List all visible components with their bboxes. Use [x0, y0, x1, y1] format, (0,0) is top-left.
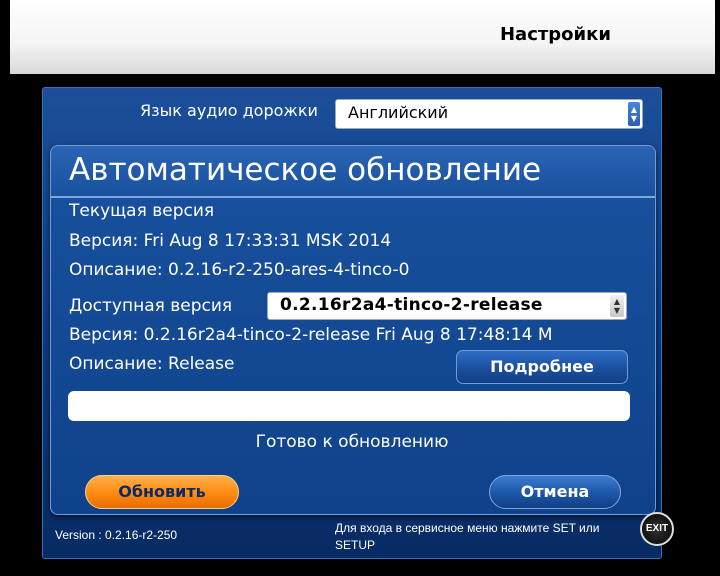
update-status: Готово к обновлению	[255, 432, 449, 452]
available-version-text: Версия: 0.2.16r2a4-tinco-2-release Fri A…	[69, 325, 553, 345]
audio-language-value: Английский	[348, 103, 449, 122]
available-version-label: Доступная версия	[69, 296, 233, 316]
top-bar: Настройки	[10, 0, 715, 74]
available-version-value: 0.2.16r2a4-tinco-2-release	[280, 295, 543, 315]
exit-icon[interactable]: EXIT	[640, 512, 674, 546]
audio-language-select[interactable]: Английский ▲ ▼	[335, 99, 643, 129]
dialog-header: Автоматическое обновление	[51, 146, 655, 198]
cancel-button[interactable]: Отмена	[489, 475, 621, 509]
current-description-text: Описание: 0.2.16-r2-250-ares-4-tinco-0	[69, 260, 410, 280]
footer-version: Version : 0.2.16-r2-250	[55, 528, 178, 542]
select-arrows-icon: ▲ ▼	[610, 295, 624, 317]
footer-service-hint: Для входа в сервисное меню нажмите SET и…	[335, 521, 600, 552]
available-description-text: Описание: Release	[69, 354, 235, 374]
audio-language-label: Язык аудио дорожки	[140, 101, 318, 120]
update-progress-bar	[68, 391, 630, 421]
current-version-heading: Текущая версия	[69, 201, 215, 221]
select-arrows-icon: ▲ ▼	[628, 102, 640, 126]
dialog-title: Автоматическое обновление	[69, 152, 542, 188]
page-title: Настройки	[499, 24, 611, 45]
details-button[interactable]: Подробнее	[456, 350, 628, 384]
update-button[interactable]: Обновить	[85, 475, 239, 509]
current-version-text: Версия: Fri Aug 8 17:33:31 MSK 2014	[69, 231, 392, 251]
available-version-select[interactable]: 0.2.16r2a4-tinco-2-release ▲ ▼	[267, 292, 627, 320]
